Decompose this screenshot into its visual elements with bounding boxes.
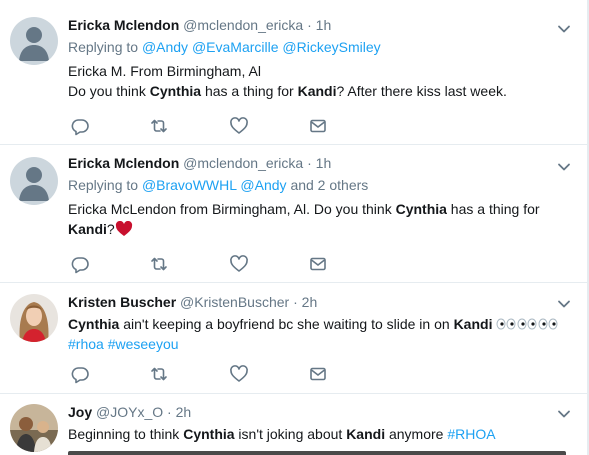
reply-icon[interactable] (70, 254, 90, 274)
avatar[interactable] (10, 404, 58, 452)
avatar[interactable] (10, 294, 58, 342)
tweet-header: Kristen Buscher @KristenBuscher · 2h (68, 292, 557, 312)
username[interactable]: @KristenBuscher (180, 294, 289, 310)
text-segment: Beginning to think (68, 426, 184, 442)
highlight-keyword: Cynthia (68, 316, 120, 332)
chevron-down-icon[interactable] (557, 297, 571, 311)
tweet-text: Ericka M. From Birmingham, Al Do you thi… (68, 61, 557, 101)
chevron-down-icon[interactable] (557, 160, 571, 174)
display-name[interactable]: Kristen Buscher (68, 294, 176, 310)
tweet-text: Beginning to think Cynthia isn't joking … (68, 424, 557, 444)
text-segment: ? (106, 221, 115, 237)
tweet-3[interactable]: Kristen Buscher @KristenBuscher · 2h Cyn… (0, 283, 587, 394)
highlight-keyword: Kandi (453, 316, 493, 332)
highlight-keyword: Cynthia (149, 83, 202, 99)
tweet-header: Joy @JOYx_O · 2h (68, 402, 557, 422)
tweet-content: Ericka Mclendon @mclendon_ericka · 1h Re… (68, 15, 557, 101)
retweet-icon[interactable] (149, 364, 169, 384)
text-segment: has a thing for (201, 83, 298, 99)
reply-icon[interactable] (70, 364, 90, 384)
replying-label: Replying to (68, 177, 139, 193)
timestamp[interactable]: 1h (316, 17, 332, 33)
profile-photo (10, 404, 58, 452)
like-icon[interactable] (229, 364, 249, 384)
mention-link[interactable]: @BravoWWHL (142, 177, 237, 193)
text-segment: ain't keeping a boyfriend bc she waiting… (119, 316, 454, 332)
username[interactable]: @JOYx_O (96, 404, 163, 420)
tweet-content: Joy @JOYx_O · 2h Beginning to think Cynt… (68, 402, 557, 444)
hashtag-link[interactable]: #rhoa (68, 336, 104, 352)
tweet-2[interactable]: Ericka Mclendon @mclendon_ericka · 1h Re… (0, 145, 587, 283)
tweet-line: Cynthia ain't keeping a boyfriend bc she… (68, 314, 558, 334)
tweet-line: Beginning to think Cynthia isn't joking … (68, 424, 557, 444)
tweet-line: Ericka McLendon from Birmingham, Al. Do … (68, 199, 557, 219)
tweet-text: Ericka McLendon from Birmingham, Al. Do … (68, 199, 557, 239)
media-preview-edge[interactable] (68, 451, 566, 455)
mention-link[interactable]: @RickeySmiley (282, 39, 380, 55)
hashtag-link[interactable]: #weseeyou (108, 336, 179, 352)
timestamp[interactable]: 2h (302, 294, 318, 310)
text-segment: anymore (385, 426, 448, 442)
highlight-keyword: Cynthia (395, 201, 447, 217)
separator-dot: · (167, 404, 172, 420)
mention-link[interactable]: @Andy (240, 177, 286, 193)
tweet-line: #rhoa #weseeyou (68, 334, 557, 354)
tweet-line: Do you think Cynthia has a thing for Kan… (68, 81, 557, 101)
text-segment: has a thing for (446, 201, 540, 217)
display-name[interactable]: Ericka Mclendon (68, 155, 179, 171)
chevron-down-icon[interactable] (557, 22, 571, 36)
replying-label: Replying to (68, 39, 139, 55)
highlight-keyword: Kandi (68, 221, 107, 237)
like-icon[interactable] (229, 254, 249, 274)
highlight-keyword: Cynthia (183, 426, 235, 442)
display-name[interactable]: Ericka Mclendon (68, 17, 179, 33)
display-name[interactable]: Joy (68, 404, 92, 420)
separator-dot: · (307, 155, 312, 171)
direct-message-icon[interactable] (308, 116, 328, 136)
reply-others[interactable]: and 2 others (290, 177, 368, 193)
direct-message-icon[interactable] (308, 364, 328, 384)
username[interactable]: @mclendon_ericka (183, 155, 303, 171)
reply-icon[interactable] (70, 116, 90, 136)
retweet-icon[interactable] (149, 116, 169, 136)
tweet-content: Ericka Mclendon @mclendon_ericka · 1h Re… (68, 153, 557, 239)
timestamp[interactable]: 1h (316, 155, 332, 171)
hashtag-link[interactable]: #RHOA (447, 426, 495, 442)
username[interactable]: @mclendon_ericka (183, 17, 303, 33)
separator-dot: · (293, 294, 298, 310)
separator-dot: · (307, 17, 312, 33)
text-segment: Ericka McLendon from Birmingham, Al. Do … (68, 201, 396, 217)
avatar[interactable] (10, 157, 58, 205)
replying-to: Replying to @BravoWWHL @Andy and 2 other… (68, 175, 557, 195)
tweet-content: Kristen Buscher @KristenBuscher · 2h Cyn… (68, 292, 558, 354)
direct-message-icon[interactable] (308, 254, 328, 274)
tweet-line: Kandi? (68, 219, 557, 239)
avatar[interactable] (10, 17, 58, 65)
tweet-4[interactable]: Joy @JOYx_O · 2h Beginning to think Cynt… (0, 394, 587, 455)
red-heart-emoji-icon (115, 221, 132, 236)
like-icon[interactable] (229, 116, 249, 136)
text-segment: Do you think (68, 83, 150, 99)
default-avatar-icon (19, 27, 49, 61)
default-avatar-icon (19, 167, 49, 201)
chevron-down-icon[interactable] (557, 407, 571, 421)
profile-photo (10, 294, 58, 342)
tweet-line: Ericka M. From Birmingham, Al (68, 63, 261, 79)
mention-link[interactable]: @Andy (142, 39, 188, 55)
tweet-header: Ericka Mclendon @mclendon_ericka · 1h (68, 153, 557, 173)
retweet-icon[interactable] (149, 254, 169, 274)
text-segment: ? After there kiss last week. (336, 83, 507, 99)
replying-to: Replying to @Andy @EvaMarcille @RickeySm… (68, 37, 557, 57)
mention-link[interactable]: @EvaMarcille (192, 39, 279, 55)
highlight-keyword: Kandi (346, 426, 386, 442)
highlight-keyword: Kandi (297, 83, 337, 99)
text-segment: isn't joking about (234, 426, 347, 442)
eyes-emoji-icon (496, 318, 558, 330)
timestamp[interactable]: 2h (176, 404, 192, 420)
tweet-1[interactable]: Ericka Mclendon @mclendon_ericka · 1h Re… (0, 0, 587, 145)
tweet-text: Cynthia ain't keeping a boyfriend bc she… (68, 314, 558, 354)
tweet-header: Ericka Mclendon @mclendon_ericka · 1h (68, 15, 557, 35)
